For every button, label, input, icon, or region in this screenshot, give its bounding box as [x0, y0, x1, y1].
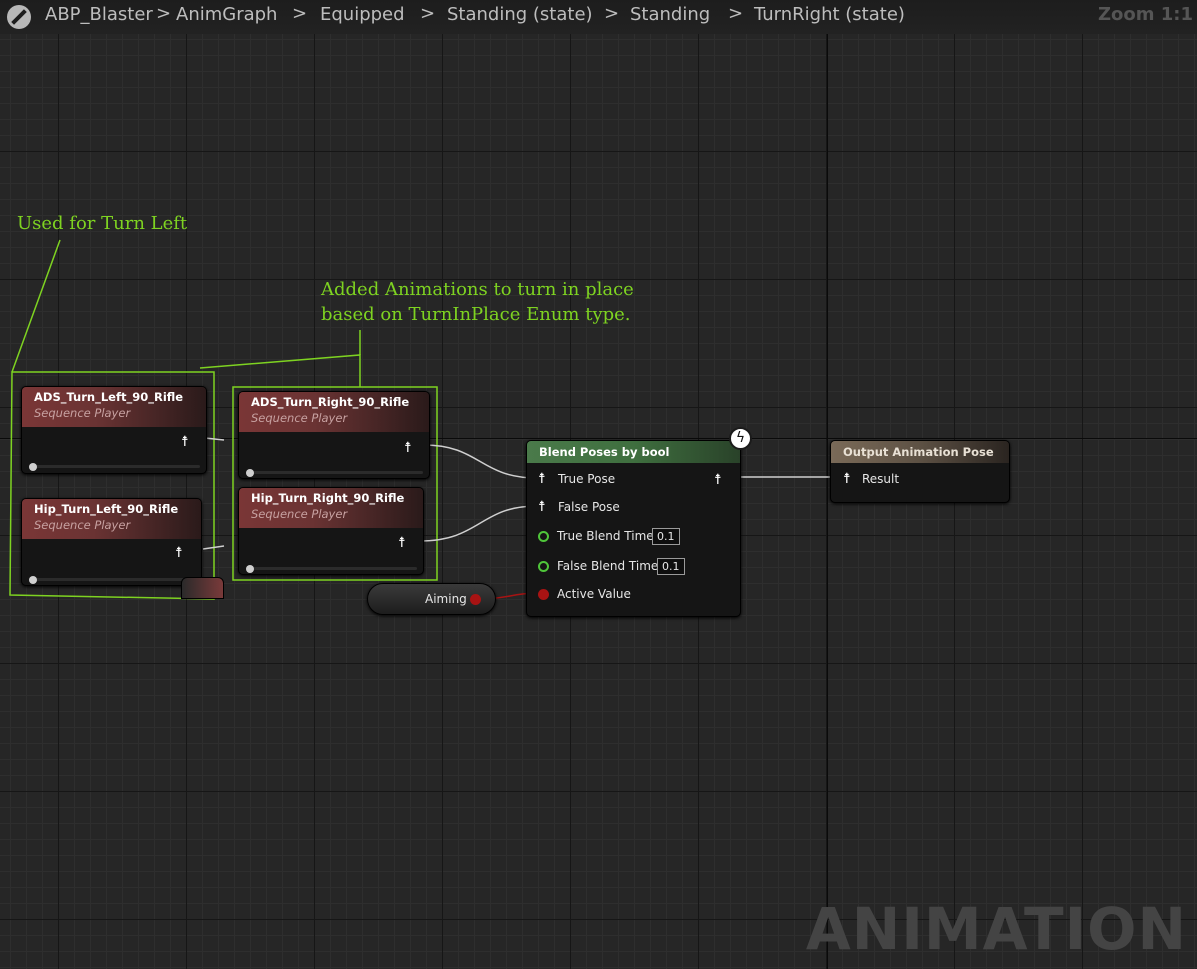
bool-pin-icon[interactable]	[470, 594, 481, 605]
playback-slider[interactable]	[32, 465, 200, 468]
bool-pin-icon[interactable]	[538, 589, 549, 600]
node-title: Blend Poses by bool	[527, 441, 740, 463]
false-blend-time-input[interactable]: 0.1	[657, 558, 685, 575]
node-title: ADS_Turn_Right_90_Rifle	[251, 395, 410, 409]
pose-pin-icon[interactable]: ☨	[538, 472, 546, 486]
wire-true-pose	[423, 444, 538, 479]
node-header: Hip_Turn_Left_90_Rifle Sequence Player	[22, 499, 201, 539]
slider-handle[interactable]	[246, 469, 254, 477]
node-subtitle: Sequence Player	[251, 411, 348, 425]
pin-result: Result	[862, 472, 900, 486]
node-header: Hip_Turn_Right_90_Rifle Sequence Player	[239, 488, 423, 528]
node-hip-turn-left[interactable]: Hip_Turn_Left_90_Rifle Sequence Player ☨	[21, 498, 202, 586]
comment-leader-added	[199, 354, 361, 387]
pin-false-blend-time: False Blend Time	[557, 559, 659, 573]
pose-pin-icon[interactable]: ☨	[538, 500, 546, 514]
pin-active-value: Active Value	[557, 587, 631, 601]
node-title: ADS_Turn_Left_90_Rifle	[34, 390, 184, 404]
float-pin-icon[interactable]	[538, 561, 549, 572]
node-ads-turn-right[interactable]: ADS_Turn_Right_90_Rifle Sequence Player …	[238, 391, 430, 479]
float-pin-icon[interactable]	[538, 531, 549, 542]
pin-false-pose: False Pose	[558, 500, 620, 514]
pose-pin-icon[interactable]: ☨	[843, 472, 851, 486]
node-blend-poses-by-bool[interactable]: Blend Poses by bool ☨ True Pose ☨ ☨ Fals…	[526, 440, 741, 617]
comment-added-line1: Added Animations to turn in place	[321, 279, 634, 300]
slider-handle[interactable]	[29, 463, 37, 471]
node-subtitle: Sequence Player	[34, 406, 131, 420]
comment-turn-left: Used for Turn Left	[17, 213, 188, 234]
variable-label: Aiming	[425, 592, 467, 606]
pose-pin-icon[interactable]: ☨	[175, 546, 183, 560]
comment-leader-turn-left	[11, 239, 61, 373]
pose-pin-icon[interactable]: ☨	[714, 473, 722, 487]
graph-type-watermark: ANIMATION	[805, 895, 1187, 963]
fast-path-bolt-icon: ϟ	[729, 427, 752, 450]
playback-slider[interactable]	[249, 471, 423, 474]
node-header: ADS_Turn_Right_90_Rifle Sequence Player	[239, 392, 429, 432]
slider-handle[interactable]	[29, 576, 37, 584]
node-hip-turn-right[interactable]: Hip_Turn_Right_90_Rifle Sequence Player …	[238, 487, 424, 575]
node-subtitle: Sequence Player	[34, 518, 131, 532]
slider-handle[interactable]	[246, 565, 254, 573]
node-title: Hip_Turn_Left_90_Rifle	[34, 502, 179, 516]
node-ads-turn-left[interactable]: ADS_Turn_Left_90_Rifle Sequence Player ☨	[21, 386, 207, 474]
pin-true-pose: True Pose	[558, 472, 616, 486]
wire-ads-left	[204, 437, 225, 441]
playback-slider[interactable]	[32, 578, 195, 581]
pin-true-blend-time: True Blend Time	[557, 529, 654, 543]
node-subtitle: Sequence Player	[251, 507, 348, 521]
node-output-animation-pose[interactable]: Output Animation Pose ☨ Result	[830, 440, 1010, 503]
node-title: Output Animation Pose	[831, 441, 1009, 463]
node-aiming-variable[interactable]: Aiming	[367, 583, 496, 615]
node-title: Hip_Turn_Right_90_Rifle	[251, 491, 405, 505]
true-blend-time-input[interactable]: 0.1	[652, 528, 680, 545]
pose-pin-icon[interactable]: ☨	[404, 441, 412, 455]
node-stub-partial[interactable]	[181, 577, 224, 599]
pose-pin-icon[interactable]: ☨	[181, 435, 189, 449]
pose-pin-icon[interactable]: ☨	[398, 536, 406, 550]
node-header: ADS_Turn_Left_90_Rifle Sequence Player	[22, 387, 206, 427]
playback-slider[interactable]	[249, 567, 417, 570]
comment-added-line2: based on TurnInPlace Enum type.	[321, 304, 631, 325]
